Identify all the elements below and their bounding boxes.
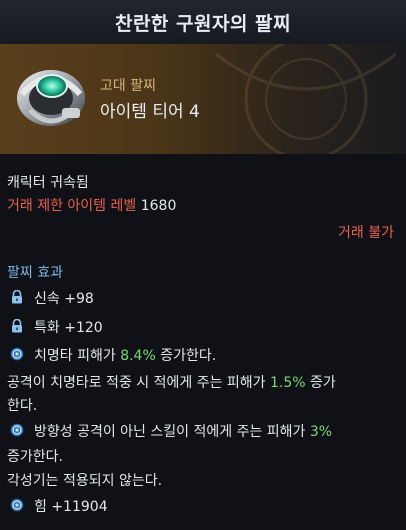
- nondir-value: 3%: [309, 424, 333, 440]
- crit-hit-value: 1.5%: [270, 375, 306, 391]
- item-title: 찬란한 구원자의 팔찌: [0, 0, 406, 44]
- header-ornament-icon: [215, 44, 397, 154]
- bracelet-icon: [17, 70, 85, 126]
- effect-strength: 힘 +11904: [34, 499, 108, 515]
- crit-value: 8.4%: [120, 348, 156, 364]
- effect-specialization: 특화 +120: [34, 320, 103, 336]
- effect-nondirectional: 방향성 공격이 아닌 스킬이 적에게 주는 피해가 3%: [34, 424, 333, 440]
- trade-level-value: 1680: [140, 198, 177, 214]
- lock-icon: [12, 290, 22, 304]
- swirl-icon: [10, 423, 24, 437]
- effect-crit-damage: 치명타 피해가 8.4% 증가한다.: [34, 348, 217, 364]
- item-header: 고대 팔찌 아이템 티어 4: [0, 44, 406, 154]
- effects-header: 팔찌 효과: [7, 265, 63, 281]
- effect-nondirectional-line2: 증가한다.: [7, 449, 63, 465]
- effect-crit-hit-line2: 한다.: [7, 398, 38, 414]
- swirl-icon: [10, 347, 24, 361]
- swirl-icon: [10, 498, 24, 512]
- lock-icon: [12, 319, 22, 333]
- bound-status: 캐릭터 귀속됨: [7, 175, 89, 191]
- item-tier: 아이템 티어 4: [100, 102, 200, 122]
- effect-crit-hit-line1: 공격이 치명타로 적중 시 적에게 주는 피해가 1.5% 증가: [7, 375, 336, 391]
- trade-level-label: 거래 제한 아이템 레벨: [7, 198, 137, 214]
- trade-level-row: 거래 제한 아이템 레벨 1680: [7, 195, 176, 215]
- trade-status: 거래 불가: [338, 225, 394, 241]
- effect-swiftness: 신속 +98: [34, 291, 94, 307]
- effect-awakening-note: 각성기는 적용되지 않는다.: [7, 473, 163, 489]
- item-grade: 고대 팔찌: [100, 78, 156, 94]
